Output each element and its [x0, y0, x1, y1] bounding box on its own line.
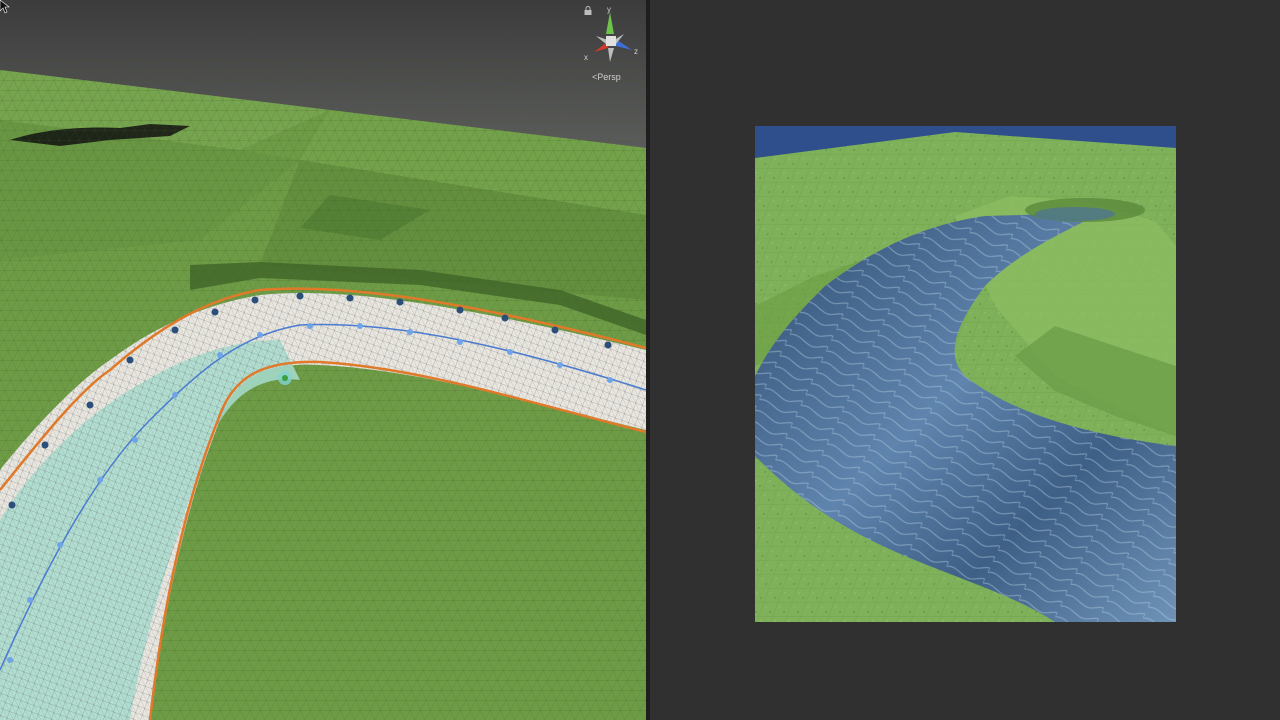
mouse-cursor-icon	[0, 0, 10, 14]
scene-viewport[interactable]	[0, 0, 646, 720]
projection-label[interactable]: <Persp	[592, 72, 621, 82]
gizmo-x-label: x	[584, 53, 588, 62]
editor-root: y x z <Persp	[0, 0, 1280, 720]
orientation-gizmo-icon[interactable]: y x z	[584, 6, 642, 72]
orientation-gizmo[interactable]: y x z <Persp	[584, 6, 642, 86]
game-render[interactable]	[755, 126, 1176, 622]
scene-view[interactable]: y x z <Persp	[0, 0, 646, 720]
lock-icon[interactable]	[584, 6, 592, 15]
gizmo-y-label: y	[607, 6, 611, 14]
game-render-canvas	[755, 126, 1176, 622]
selected-handle-center[interactable]	[282, 375, 288, 381]
game-view[interactable]	[650, 0, 1280, 720]
gizmo-z-label: z	[634, 47, 638, 56]
